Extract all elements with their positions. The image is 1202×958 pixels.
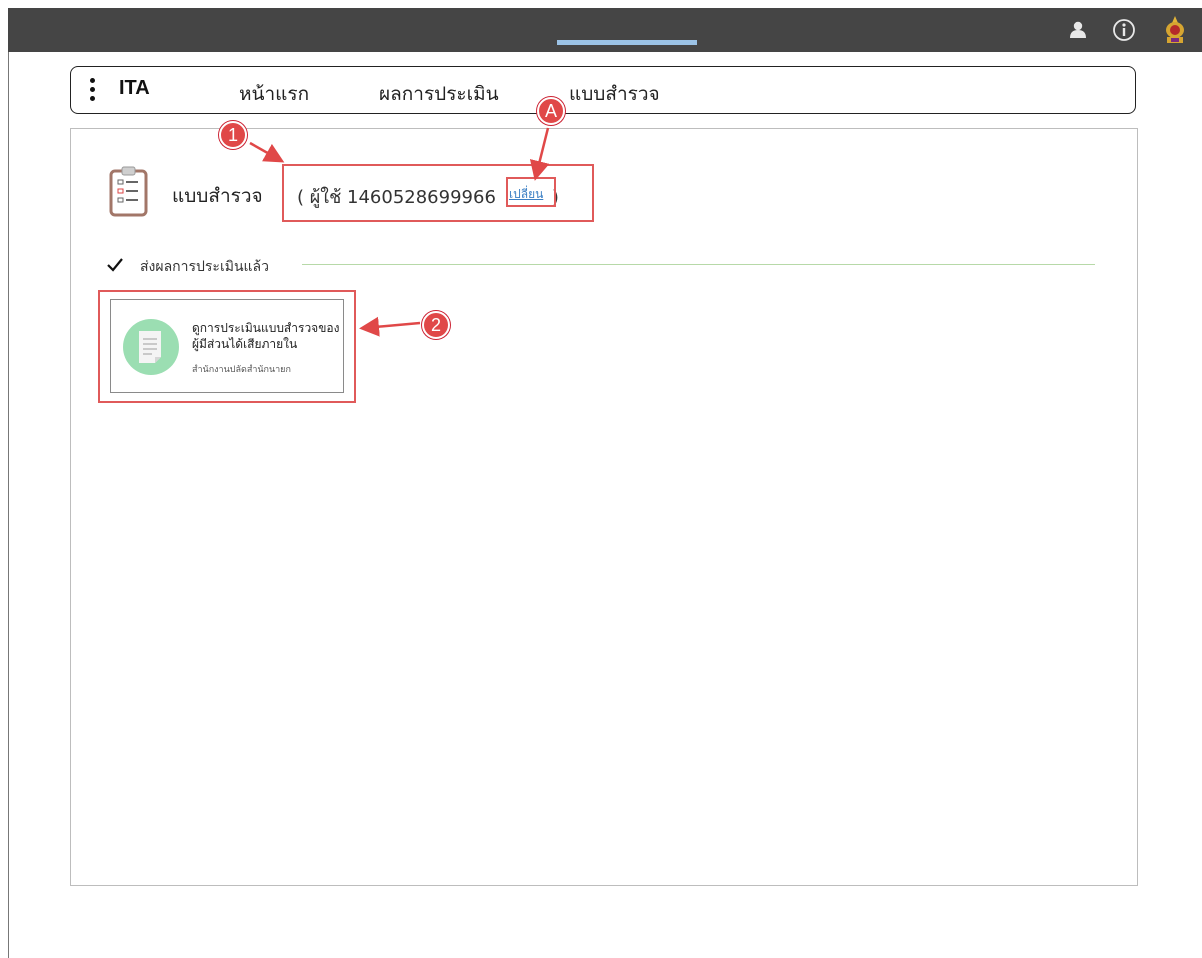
annotation-badge-1: 1	[219, 121, 247, 149]
clipboard-icon	[108, 165, 150, 221]
tab-home[interactable]: หน้าแรก	[239, 79, 309, 109]
tab-evaluation-results[interactable]: ผลการประเมิน	[379, 79, 499, 109]
info-icon[interactable]	[1111, 17, 1137, 43]
emblem-logo-icon	[1162, 16, 1188, 43]
survey-panel	[70, 128, 1138, 886]
page-border	[8, 52, 9, 958]
user-id-text: ( ผู้ใช้ 1460528699966	[297, 187, 496, 208]
nav-bar: ITA หน้าแรก ผลการประเมิน แบบสำรวจ	[70, 66, 1136, 114]
tab-survey[interactable]: แบบสำรวจ	[569, 79, 660, 109]
annotation-badge-2: 2	[422, 311, 450, 339]
page-title: แบบสำรวจ	[172, 185, 263, 207]
section-submitted-label: ส่งผลการประเมินแล้ว	[140, 259, 269, 275]
survey-result-card[interactable]: ดูการประเมินแบบสำรวจของผู้มีส่วนได้เสียภ…	[110, 299, 344, 393]
card-title: ดูการประเมินแบบสำรวจของผู้มีส่วนได้เสียภ…	[192, 321, 340, 351]
annotation-badge-a: A	[537, 97, 565, 125]
check-icon	[106, 257, 124, 277]
change-link-highlight-box	[506, 177, 556, 207]
user-icon[interactable]	[1065, 17, 1091, 43]
kebab-menu-icon[interactable]	[89, 78, 97, 104]
section-divider	[302, 264, 1095, 265]
active-tab-indicator	[557, 40, 697, 45]
card-subtitle: สำนักงานปลัดสำนักนายก	[192, 365, 291, 375]
top-bar	[8, 8, 1202, 52]
document-icon	[123, 319, 179, 375]
brand-title[interactable]: ITA	[119, 77, 150, 100]
